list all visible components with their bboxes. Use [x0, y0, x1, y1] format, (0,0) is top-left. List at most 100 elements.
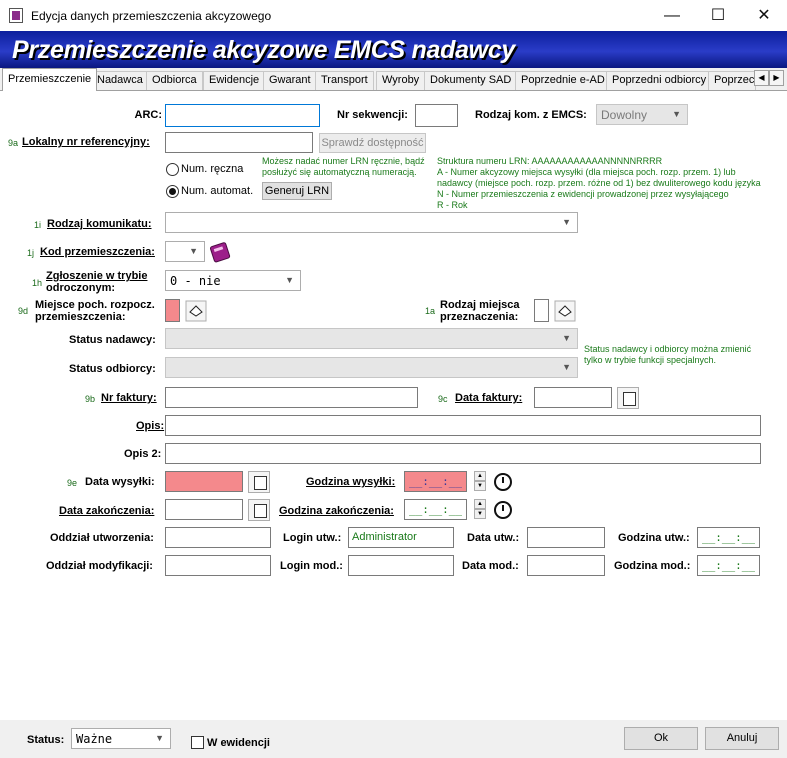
chevron-down-icon: ▼: [285, 275, 294, 285]
status-odbiorcy-select[interactable]: ▼: [165, 357, 578, 378]
lrn-structure-line: A - Numer akcyzowy miejsca wysyłki (dla …: [437, 167, 736, 177]
data-faktury-input[interactable]: [534, 387, 612, 408]
lrn-structure-line: nadawcy (miejsce poch. rozp. przem. różn…: [437, 178, 761, 188]
tab-scroll-left-icon[interactable]: ◀: [754, 70, 769, 86]
opis-label: Opis:: [136, 420, 165, 432]
rodzaj-kom-label: Rodzaj kom. z EMCS:: [475, 109, 587, 121]
num-reczna-radio[interactable]: [166, 163, 179, 176]
godzina-zakonczenia-spinner[interactable]: ▲ ▼: [474, 499, 486, 520]
num-automat-label: Num. automat.: [181, 185, 254, 197]
oddzial-utw-label: Oddział utworzenia:: [50, 532, 154, 544]
kod-przem-select[interactable]: ▼: [165, 241, 205, 262]
w-ewidencji-label: W ewidencji: [207, 737, 270, 749]
lrn-input[interactable]: [165, 132, 313, 153]
calendar-icon[interactable]: [617, 387, 639, 409]
nr-faktury-label: Nr faktury:: [101, 392, 157, 404]
rodzaj-miejsca-input[interactable]: [534, 299, 549, 322]
spin-up-icon[interactable]: ▲: [474, 471, 486, 481]
godzina-mod-input: __:__:__: [697, 555, 760, 576]
tab-poprzec[interactable]: Poprzec: [708, 71, 756, 90]
data-zakonczenia-input[interactable]: [165, 499, 243, 520]
chevron-down-icon: ▼: [562, 362, 571, 372]
oddzial-mod-input[interactable]: [165, 555, 271, 576]
godzina-zakonczenia-input[interactable]: __:__:__: [404, 499, 467, 520]
miejsce-input[interactable]: [165, 299, 180, 322]
minimize-button[interactable]: —: [649, 0, 695, 31]
arc-label: ARC:: [134, 109, 163, 121]
lrn-structure-line: N - Numer przemieszczenia z ewidencji pr…: [437, 189, 729, 199]
tab-przemieszczenie[interactable]: Przemieszczenie: [2, 68, 98, 91]
rodzaj-komunikatu-select[interactable]: ▼: [165, 212, 578, 233]
godzina-zakonczenia-label: Godzina zakończenia:: [279, 505, 394, 517]
rodzaj-miejsca-number: 1a: [425, 306, 436, 316]
tab-dokumenty-sad[interactable]: Dokumenty SAD: [424, 71, 518, 90]
rodzaj-kom-select[interactable]: Dowolny ▼: [596, 104, 688, 125]
rodzaj-miejsca-label-2: przeznaczenia:: [440, 311, 519, 323]
eraser-icon[interactable]: [185, 300, 207, 322]
lrn-hint: Możesz nadać numer LRN ręcznie, bądź pos…: [262, 156, 425, 177]
godzina-mod-label: Godzina mod.:: [614, 560, 691, 572]
generuj-lrn-button[interactable]: Generuj LRN: [262, 182, 332, 200]
close-button[interactable]: ✕: [741, 0, 787, 31]
oddzial-utw-input[interactable]: [165, 527, 271, 548]
spin-down-icon[interactable]: ▼: [474, 481, 486, 491]
godzina-wysylki-label: Godzina wysyłki:: [306, 476, 396, 488]
rodzaj-kom-value: Dowolny: [601, 108, 648, 122]
zgloszenie-value: 0 - nie: [170, 274, 221, 288]
calendar-icon[interactable]: [248, 471, 270, 493]
maximize-button[interactable]: ☐: [695, 0, 741, 31]
arc-input[interactable]: [165, 104, 320, 127]
clock-icon[interactable]: [494, 473, 512, 491]
login-utw-value: Administrator: [348, 527, 454, 548]
miejsce-label-2: przemieszczenia:: [35, 311, 126, 323]
book-icon[interactable]: [209, 241, 232, 263]
anuluj-button[interactable]: Anuluj: [705, 727, 779, 750]
zgloszenie-select[interactable]: 0 - nie ▼: [165, 270, 301, 291]
w-ewidencji-checkbox[interactable]: [191, 736, 204, 749]
lrn-field-number: 9a: [8, 138, 19, 148]
data-faktury-number: 9c: [438, 394, 448, 404]
calendar-icon[interactable]: [248, 499, 270, 521]
eraser-icon[interactable]: [554, 300, 576, 322]
num-reczna-label: Num. ręczna: [181, 163, 244, 175]
opis-input[interactable]: [165, 415, 761, 436]
status-select[interactable]: Ważne ▼: [71, 728, 171, 749]
login-mod-input: [348, 555, 454, 576]
godzina-utw-input: __:__:__: [697, 527, 760, 548]
tab-scroll-right-icon[interactable]: ▶: [769, 70, 784, 86]
data-wysylki-input[interactable]: [165, 471, 243, 492]
tab-transport[interactable]: Transport: [315, 71, 374, 90]
oddzial-mod-label: Oddział modyfikacji:: [46, 560, 153, 572]
tab-wyroby[interactable]: Wyroby: [376, 71, 426, 90]
data-utw-input: [527, 527, 605, 548]
godzina-wysylki-spinner[interactable]: ▲ ▼: [474, 471, 486, 492]
spin-up-icon[interactable]: ▲: [474, 499, 486, 509]
tab-gwarant[interactable]: Gwarant: [263, 71, 317, 90]
data-zakonczenia-label: Data zakończenia:: [59, 505, 155, 517]
clock-icon[interactable]: [494, 501, 512, 519]
nr-faktury-number: 9b: [85, 394, 96, 404]
tab-nadawca[interactable]: Nadawca: [91, 71, 149, 90]
data-wysylki-number: 9e: [67, 478, 78, 488]
status-value: Ważne: [76, 732, 113, 746]
sprawdz-dostepnosc-button[interactable]: Sprawdź dostępność: [319, 133, 426, 153]
login-mod-label: Login mod.:: [280, 560, 343, 572]
spin-down-icon[interactable]: ▼: [474, 509, 486, 519]
banner-title: Przemieszczenie akcyzowe EMCS nadawcy: [12, 36, 516, 64]
tab-ewidencje[interactable]: Ewidencje: [203, 71, 266, 90]
miejsce-label-1: Miejsce poch. rozpocz.: [35, 299, 155, 311]
tab-poprzedni-odbiorcy[interactable]: Poprzedni odbiorcy: [606, 71, 713, 90]
ok-button[interactable]: Ok: [624, 727, 698, 750]
opis2-label: Opis 2:: [124, 448, 162, 460]
data-wysylki-label: Data wysyłki:: [85, 476, 155, 488]
num-automat-radio[interactable]: [166, 185, 179, 198]
data-utw-label: Data utw.:: [467, 532, 520, 544]
status-nadawcy-select[interactable]: ▼: [165, 328, 578, 349]
godzina-wysylki-input[interactable]: __:__:__: [404, 471, 467, 492]
opis2-input[interactable]: [165, 443, 761, 464]
tab-odbiorca[interactable]: Odbiorca: [146, 71, 203, 90]
tab-poprzednie-ead[interactable]: Poprzednie e-AD: [515, 71, 611, 90]
nr-faktury-input[interactable]: [165, 387, 418, 408]
nr-sekwencji-input[interactable]: [415, 104, 458, 127]
lrn-label: Lokalny nr referencyjny:: [22, 136, 150, 148]
